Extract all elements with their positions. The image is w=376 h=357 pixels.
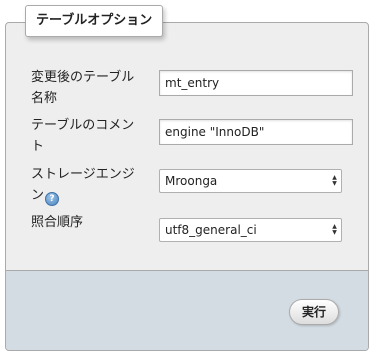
rename-input[interactable]: mt_entry [159, 70, 353, 96]
collation-value: utf8_general_ci [165, 223, 257, 237]
submit-button[interactable]: 実行 [289, 299, 339, 325]
fieldset-legend: テーブルオプション [25, 5, 164, 37]
help-icon[interactable]: ? [45, 192, 60, 206]
collation-select[interactable]: utf8_general_ci ▲ ▼ [159, 218, 342, 242]
select-arrows-icon: ▲ ▼ [332, 223, 337, 236]
form-footer: 実行 [6, 270, 368, 350]
select-arrows-icon: ▲ ▼ [332, 174, 337, 187]
storage-engine-value: Mroonga [165, 174, 218, 188]
storage-engine-label-wrap: ストレージエンジン? [31, 164, 143, 206]
rename-label: 変更後のテーブル名称 [31, 70, 135, 106]
comment-input[interactable]: engine "InnoDB" [159, 119, 353, 145]
table-options-fieldset: 変更後のテーブル名称 mt_entry テーブルのコメント engine "In… [5, 22, 369, 351]
comment-label: テーブルのコメント [31, 118, 135, 154]
storage-engine-select[interactable]: Mroonga ▲ ▼ [159, 169, 342, 193]
collation-label: 照合順序 [31, 215, 84, 230]
